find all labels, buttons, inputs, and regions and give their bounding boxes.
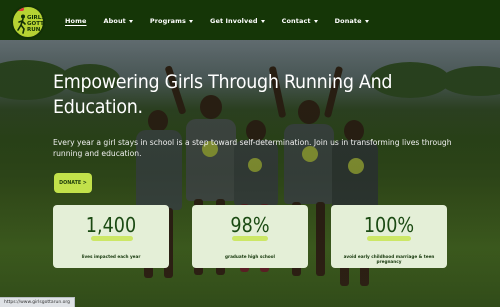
nav-item-donate[interactable]: Donate <box>335 17 369 25</box>
stat-label: graduate high school <box>225 254 275 259</box>
nav-item-label: Get Involved <box>210 17 258 25</box>
stat-value: 1,400 <box>85 213 137 237</box>
nav-item-label: About <box>103 17 126 25</box>
donate-pin-icon <box>16 7 24 11</box>
stat-label: lives impacted each year <box>81 254 141 259</box>
nav-item-contact[interactable]: Contact <box>282 17 318 25</box>
chevron-down-icon <box>128 20 133 23</box>
chevron-down-icon <box>364 20 369 23</box>
hero-title: Empowering Girls Through Running And Edu… <box>53 71 393 118</box>
stat-card-graduation: 98% graduate high school <box>192 205 308 268</box>
stat-card-marriage: 100% avoid early childhood marriage & te… <box>331 205 447 268</box>
stat-label: avoid early childhood marriage & teen pr… <box>343 254 435 264</box>
nav-item-home[interactable]: Home <box>65 17 87 25</box>
stat-value: 98% <box>230 213 270 237</box>
nav-item-get-involved[interactable]: Get Involved <box>210 17 265 25</box>
chevron-down-icon <box>189 20 194 23</box>
logo[interactable]: GIRLS GOTTA RUN <box>11 5 45 39</box>
nav-item-programs[interactable]: Programs <box>149 17 194 25</box>
chevron-down-icon <box>260 20 265 23</box>
nav-item-about[interactable]: About <box>104 17 133 25</box>
nav-item-label: Contact <box>281 17 311 25</box>
donate-button[interactable]: DONATE > <box>54 173 92 193</box>
nav-item-label: Home <box>65 17 87 25</box>
logo-wordmark: GIRLS GOTTA RUN <box>27 15 45 33</box>
runner-icon <box>17 14 26 34</box>
nav-item-label: Donate <box>334 17 362 25</box>
stat-card-lives: 1,400 lives impacted each year <box>53 205 169 268</box>
site-header: GIRLS GOTTA RUN Home About Programs Get … <box>0 0 500 40</box>
chevron-down-icon <box>313 20 318 23</box>
hero-subtitle: Every year a girl stays in school is a s… <box>53 138 452 158</box>
nav-item-label: Programs <box>149 17 187 25</box>
main-nav: Home About Programs Get Involved Contact… <box>65 15 386 27</box>
stat-value: 100% <box>363 213 415 237</box>
status-bar-url: https://www.girlsgottarun.org <box>0 297 76 307</box>
